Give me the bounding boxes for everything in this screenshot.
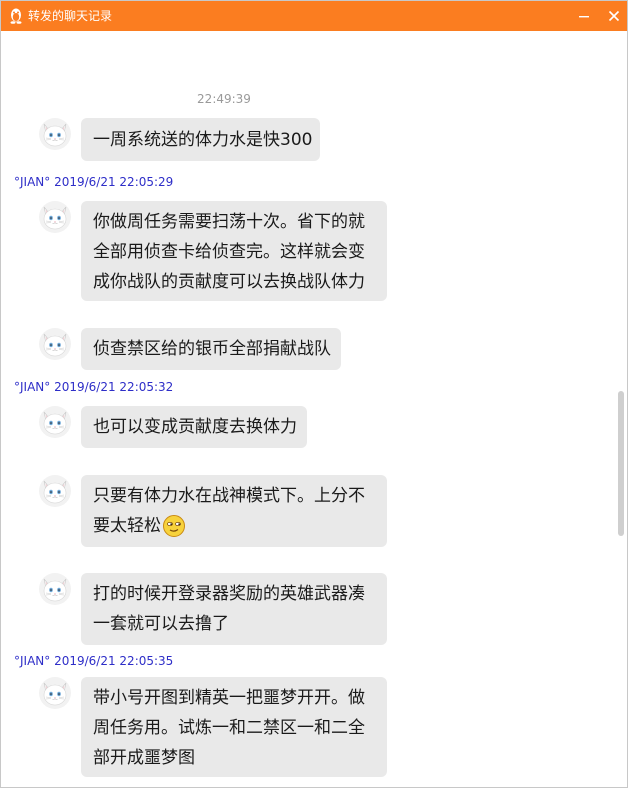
- message-bubble: 一周系统送的体力水是快300: [81, 118, 320, 161]
- message-line: 侦查禁区给的银币全部捐献战队: [93, 339, 331, 359]
- cat-avatar-icon: [39, 406, 71, 438]
- smirk-emoji-icon: [163, 515, 185, 537]
- sender-name: °JIAN° 2019/6/21 22:05:29: [14, 175, 174, 189]
- cat-avatar-icon: [39, 677, 71, 709]
- scrollbar-thumb[interactable]: [618, 391, 624, 536]
- message-line: 一周系统送的体力水是快300: [93, 130, 313, 150]
- message-line: 成你战队的贡献度可以去换战队体力: [93, 272, 365, 292]
- message-line: 部开成噩梦图: [93, 748, 195, 768]
- message-timestamp: 22:49:39: [197, 92, 251, 106]
- message-bubble: 只要有体力水在战神模式下。上分不 要太轻松: [81, 475, 387, 547]
- message-line: 打的时候开登录器奖励的英雄武器凑: [93, 584, 365, 604]
- message-line: 也可以变成贡献度去换体力: [93, 417, 297, 437]
- penguin-icon: [10, 8, 22, 24]
- message-line: 带小号开图到精英一把噩梦开开。做: [93, 688, 365, 708]
- avatar[interactable]: [39, 328, 71, 360]
- message-line: 你做周任务需要扫荡十次。省下的就: [93, 212, 365, 232]
- cat-avatar-icon: [39, 573, 71, 605]
- cat-avatar-icon: [39, 475, 71, 507]
- message-bubble: 打的时候开登录器奖励的英雄武器凑 一套就可以去撸了: [81, 573, 387, 645]
- cat-avatar-icon: [39, 201, 71, 233]
- sender-name: °JIAN° 2019/6/21 22:05:35: [14, 654, 174, 668]
- cat-avatar-icon: [39, 328, 71, 360]
- message-list[interactable]: 22:49:39 一周系统送的体力水是快300 °JIAN° 2019/6/21…: [1, 31, 627, 787]
- minimize-icon: [579, 16, 589, 18]
- window-title: 转发的聊天记录: [28, 9, 113, 23]
- cat-avatar-icon: [39, 118, 71, 150]
- message-line: 只要有体力水在战神模式下。上分不: [93, 486, 365, 506]
- message-line: 周任务用。试炼一和二禁区一和二全: [93, 718, 365, 738]
- sender-name: °JIAN° 2019/6/21 22:05:32: [14, 380, 174, 394]
- message-line: 全部用侦查卡给侦查完。这样就会变: [93, 242, 365, 262]
- close-icon: [608, 10, 620, 22]
- title-bar[interactable]: 转发的聊天记录: [1, 1, 627, 31]
- vertical-scrollbar[interactable]: [616, 31, 627, 787]
- message-line: 要太轻松: [93, 511, 375, 541]
- avatar[interactable]: [39, 475, 71, 507]
- message-bubble: 你做周任务需要扫荡十次。省下的就 全部用侦查卡给侦查完。这样就会变 成你战队的贡…: [81, 201, 387, 301]
- avatar[interactable]: [39, 201, 71, 233]
- message-bubble: 也可以变成贡献度去换体力: [81, 406, 307, 448]
- message-bubble: 带小号开图到精英一把噩梦开开。做 周任务用。试炼一和二禁区一和二全 部开成噩梦图: [81, 677, 387, 777]
- avatar[interactable]: [39, 677, 71, 709]
- message-bubble: 侦查禁区给的银币全部捐献战队: [81, 328, 341, 370]
- avatar[interactable]: [39, 118, 71, 150]
- avatar[interactable]: [39, 406, 71, 438]
- close-button[interactable]: [603, 5, 625, 27]
- avatar[interactable]: [39, 573, 71, 605]
- message-line: 一套就可以去撸了: [93, 614, 229, 634]
- minimize-button[interactable]: [573, 5, 595, 27]
- chat-history-window: 转发的聊天记录 22:49:39 一周系统送的体力水是快300 °JIAN° 2…: [0, 0, 628, 788]
